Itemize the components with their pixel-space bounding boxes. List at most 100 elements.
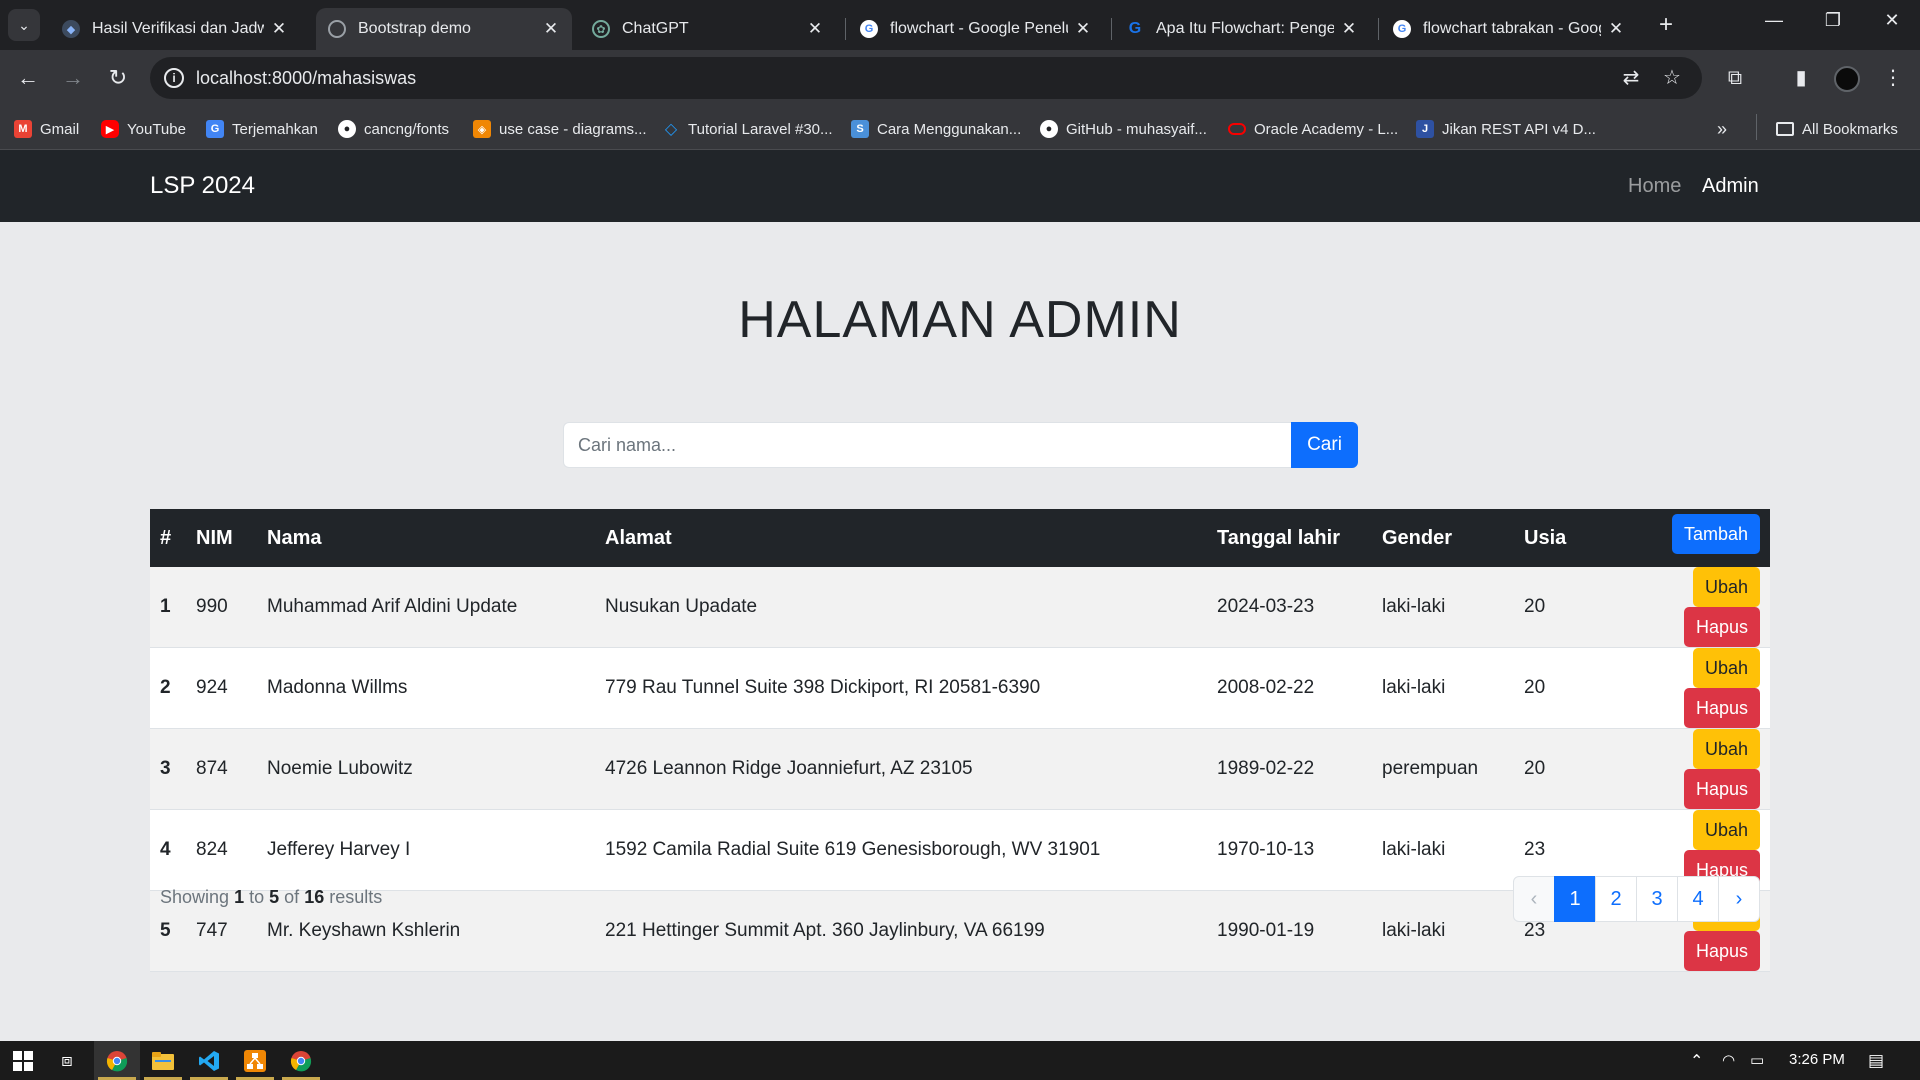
battery-icon[interactable]: ▭ [1750, 1051, 1764, 1069]
header-nim: NIM [196, 526, 233, 549]
nav-link-home[interactable]: Home [1628, 175, 1681, 198]
chevron-up-icon[interactable]: ⌃ [1690, 1051, 1703, 1071]
delete-button[interactable]: Hapus [1683, 769, 1760, 809]
task-view-button[interactable]: ⧈ [44, 1041, 90, 1080]
bookmarks-divider [1756, 114, 1757, 140]
bookmark-youtube[interactable]: ▶ YouTube [101, 117, 186, 141]
browser-tab-6[interactable]: G flowchart tabrakan - Google ✕ [1381, 8, 1637, 50]
wifi-icon[interactable]: ◠ [1722, 1051, 1735, 1069]
youtube-icon: ▶ [101, 120, 119, 138]
browser-tab-5[interactable]: G Apa Itu Flowchart: Pengertian ✕ [1114, 8, 1370, 50]
table-row: 2 924 Madonna Willms 779 Rau Tunnel Suit… [150, 647, 1770, 729]
star-icon[interactable]: ☆ [1660, 66, 1684, 90]
menu-kebab-icon[interactable]: ⋮ [1879, 64, 1907, 92]
bookmark-jikan[interactable]: J Jikan REST API v4 D... [1416, 117, 1596, 141]
address-bar[interactable]: i localhost:8000/mahasiswas ⇄ ☆ [150, 57, 1702, 99]
back-button[interactable]: ← [13, 63, 43, 93]
notification-icon[interactable]: ▤ [1868, 1051, 1884, 1071]
bookmark-oracle-academy[interactable]: Oracle Academy - L... [1228, 117, 1398, 141]
taskbar-vscode[interactable] [186, 1041, 232, 1080]
bookmark-label: Cara Menggunakan... [877, 120, 1022, 138]
new-tab-button[interactable]: + [1652, 11, 1680, 39]
delete-button[interactable]: Hapus [1683, 931, 1760, 971]
page-button-3[interactable]: 3 [1636, 876, 1678, 922]
close-icon[interactable]: ✕ [542, 19, 560, 39]
bookmark-terjemahkan[interactable]: G Terjemahkan [206, 117, 318, 141]
search-input[interactable] [563, 422, 1291, 468]
navbar-brand[interactable]: LSP 2024 [150, 172, 255, 200]
cell-tanggal-lahir: 2024-03-23 [1217, 596, 1315, 617]
restore-button[interactable]: ❐ [1813, 10, 1853, 31]
drawio-icon [244, 1049, 266, 1072]
page-button-2[interactable]: 2 [1595, 876, 1637, 922]
cell-alamat: 779 Rau Tunnel Suite 398 Dickiport, RI 2… [605, 677, 1041, 698]
gmail-icon: M [14, 120, 32, 138]
bookmark-github-muhasyaif[interactable]: ● GitHub - muhasyaif... [1040, 117, 1207, 141]
close-icon[interactable]: ✕ [1340, 19, 1358, 39]
globe-icon [328, 20, 346, 38]
all-bookmarks[interactable]: All Bookmarks [1776, 117, 1898, 141]
extensions-icon[interactable]: ⧉ [1721, 64, 1749, 92]
edit-button[interactable]: Ubah [1692, 810, 1760, 850]
page-prev-button[interactable]: ‹ [1513, 876, 1555, 922]
edit-button[interactable]: Ubah [1692, 729, 1760, 769]
translate-icon[interactable]: ⇄ [1619, 66, 1643, 90]
cell-alamat: 4726 Leannon Ridge Joanniefurt, AZ 23105 [605, 758, 973, 779]
delete-button[interactable]: Hapus [1683, 607, 1760, 647]
browser-tab-2[interactable]: Bootstrap demo ✕ [316, 8, 572, 50]
cell-tanggal-lahir: 1990-01-19 [1217, 920, 1315, 941]
cell-nim: 990 [196, 596, 228, 617]
edit-button[interactable]: Ubah [1692, 648, 1760, 688]
pagination: ‹ 1 2 3 4 › [1513, 876, 1760, 922]
bookmark-label: use case - diagrams... [499, 120, 647, 138]
header-actions: Tambah [1612, 509, 1770, 567]
bookmarks-overflow-icon[interactable]: » [1717, 119, 1727, 140]
close-icon[interactable]: ✕ [1607, 19, 1625, 39]
bookmark-use-case[interactable]: ◈ use case - diagrams... [473, 117, 647, 141]
bookmark-tutorial-laravel[interactable]: ◇ Tutorial Laravel #30... [662, 117, 833, 141]
close-icon: ✕ [1884, 10, 1900, 30]
taskbar-chrome-2[interactable] [278, 1041, 324, 1080]
taskbar-file-explorer[interactable] [140, 1041, 186, 1080]
close-icon[interactable]: ✕ [270, 19, 288, 39]
taskbar-drawio[interactable] [232, 1041, 278, 1080]
url-text[interactable]: localhost:8000/mahasiswas [196, 68, 416, 89]
jikan-icon: J [1416, 120, 1434, 138]
reload-button[interactable]: ↻ [103, 63, 133, 93]
taskbar-chrome[interactable] [94, 1041, 140, 1080]
nav-link-admin[interactable]: Admin [1702, 175, 1759, 198]
profile-avatar[interactable] [1834, 66, 1860, 92]
clock-time[interactable]: 3:26 PM [1789, 1051, 1845, 1068]
minimize-button[interactable]: — [1754, 10, 1794, 31]
browser-tab-3[interactable]: ✿ ChatGPT ✕ [580, 8, 836, 50]
info-icon[interactable]: i [164, 68, 184, 88]
forward-button[interactable]: → [58, 63, 88, 93]
cell-usia: 20 [1524, 758, 1546, 779]
page-title: HALAMAN ADMIN [738, 291, 1182, 349]
page-button-1[interactable]: 1 [1554, 876, 1596, 922]
delete-button[interactable]: Hapus [1683, 688, 1760, 728]
tab-search-button[interactable]: ⌄ [8, 9, 40, 41]
start-button[interactable] [0, 1041, 46, 1080]
bookmark-label: Terjemahkan [232, 120, 318, 138]
add-button[interactable]: Tambah [1671, 514, 1760, 554]
bookmark-gmail[interactable]: M Gmail [14, 117, 79, 141]
side-panel-icon[interactable]: ▮ [1787, 64, 1815, 92]
tab-title: Apa Itu Flowchart: Pengertian [1156, 20, 1334, 37]
edit-button[interactable]: Ubah [1692, 567, 1760, 607]
close-window-button[interactable]: ✕ [1872, 10, 1912, 31]
start-icon [13, 1050, 33, 1071]
close-icon[interactable]: ✕ [1074, 19, 1092, 39]
page-button-4[interactable]: 4 [1677, 876, 1719, 922]
search-button[interactable]: Cari [1291, 422, 1358, 468]
site-navbar: LSP 2024 Home Admin [0, 150, 1920, 222]
browser-tab-4[interactable]: G flowchart - Google Penelusuran ✕ [848, 8, 1104, 50]
cell-usia: 20 [1524, 677, 1546, 698]
browser-tab-1[interactable]: ◆ Hasil Verifikasi dan Jadwal ✕ [50, 8, 300, 50]
bookmark-cara-menggunakan[interactable]: S Cara Menggunakan... [851, 117, 1021, 141]
cell-nama: Muhammad Arif Aldini Update [267, 596, 518, 617]
page-next-button[interactable]: › [1718, 876, 1760, 922]
bookmark-cancng-fonts[interactable]: ● cancng/fonts [338, 117, 449, 141]
close-icon[interactable]: ✕ [806, 19, 824, 39]
all-bookmarks-label: All Bookmarks [1802, 120, 1898, 138]
